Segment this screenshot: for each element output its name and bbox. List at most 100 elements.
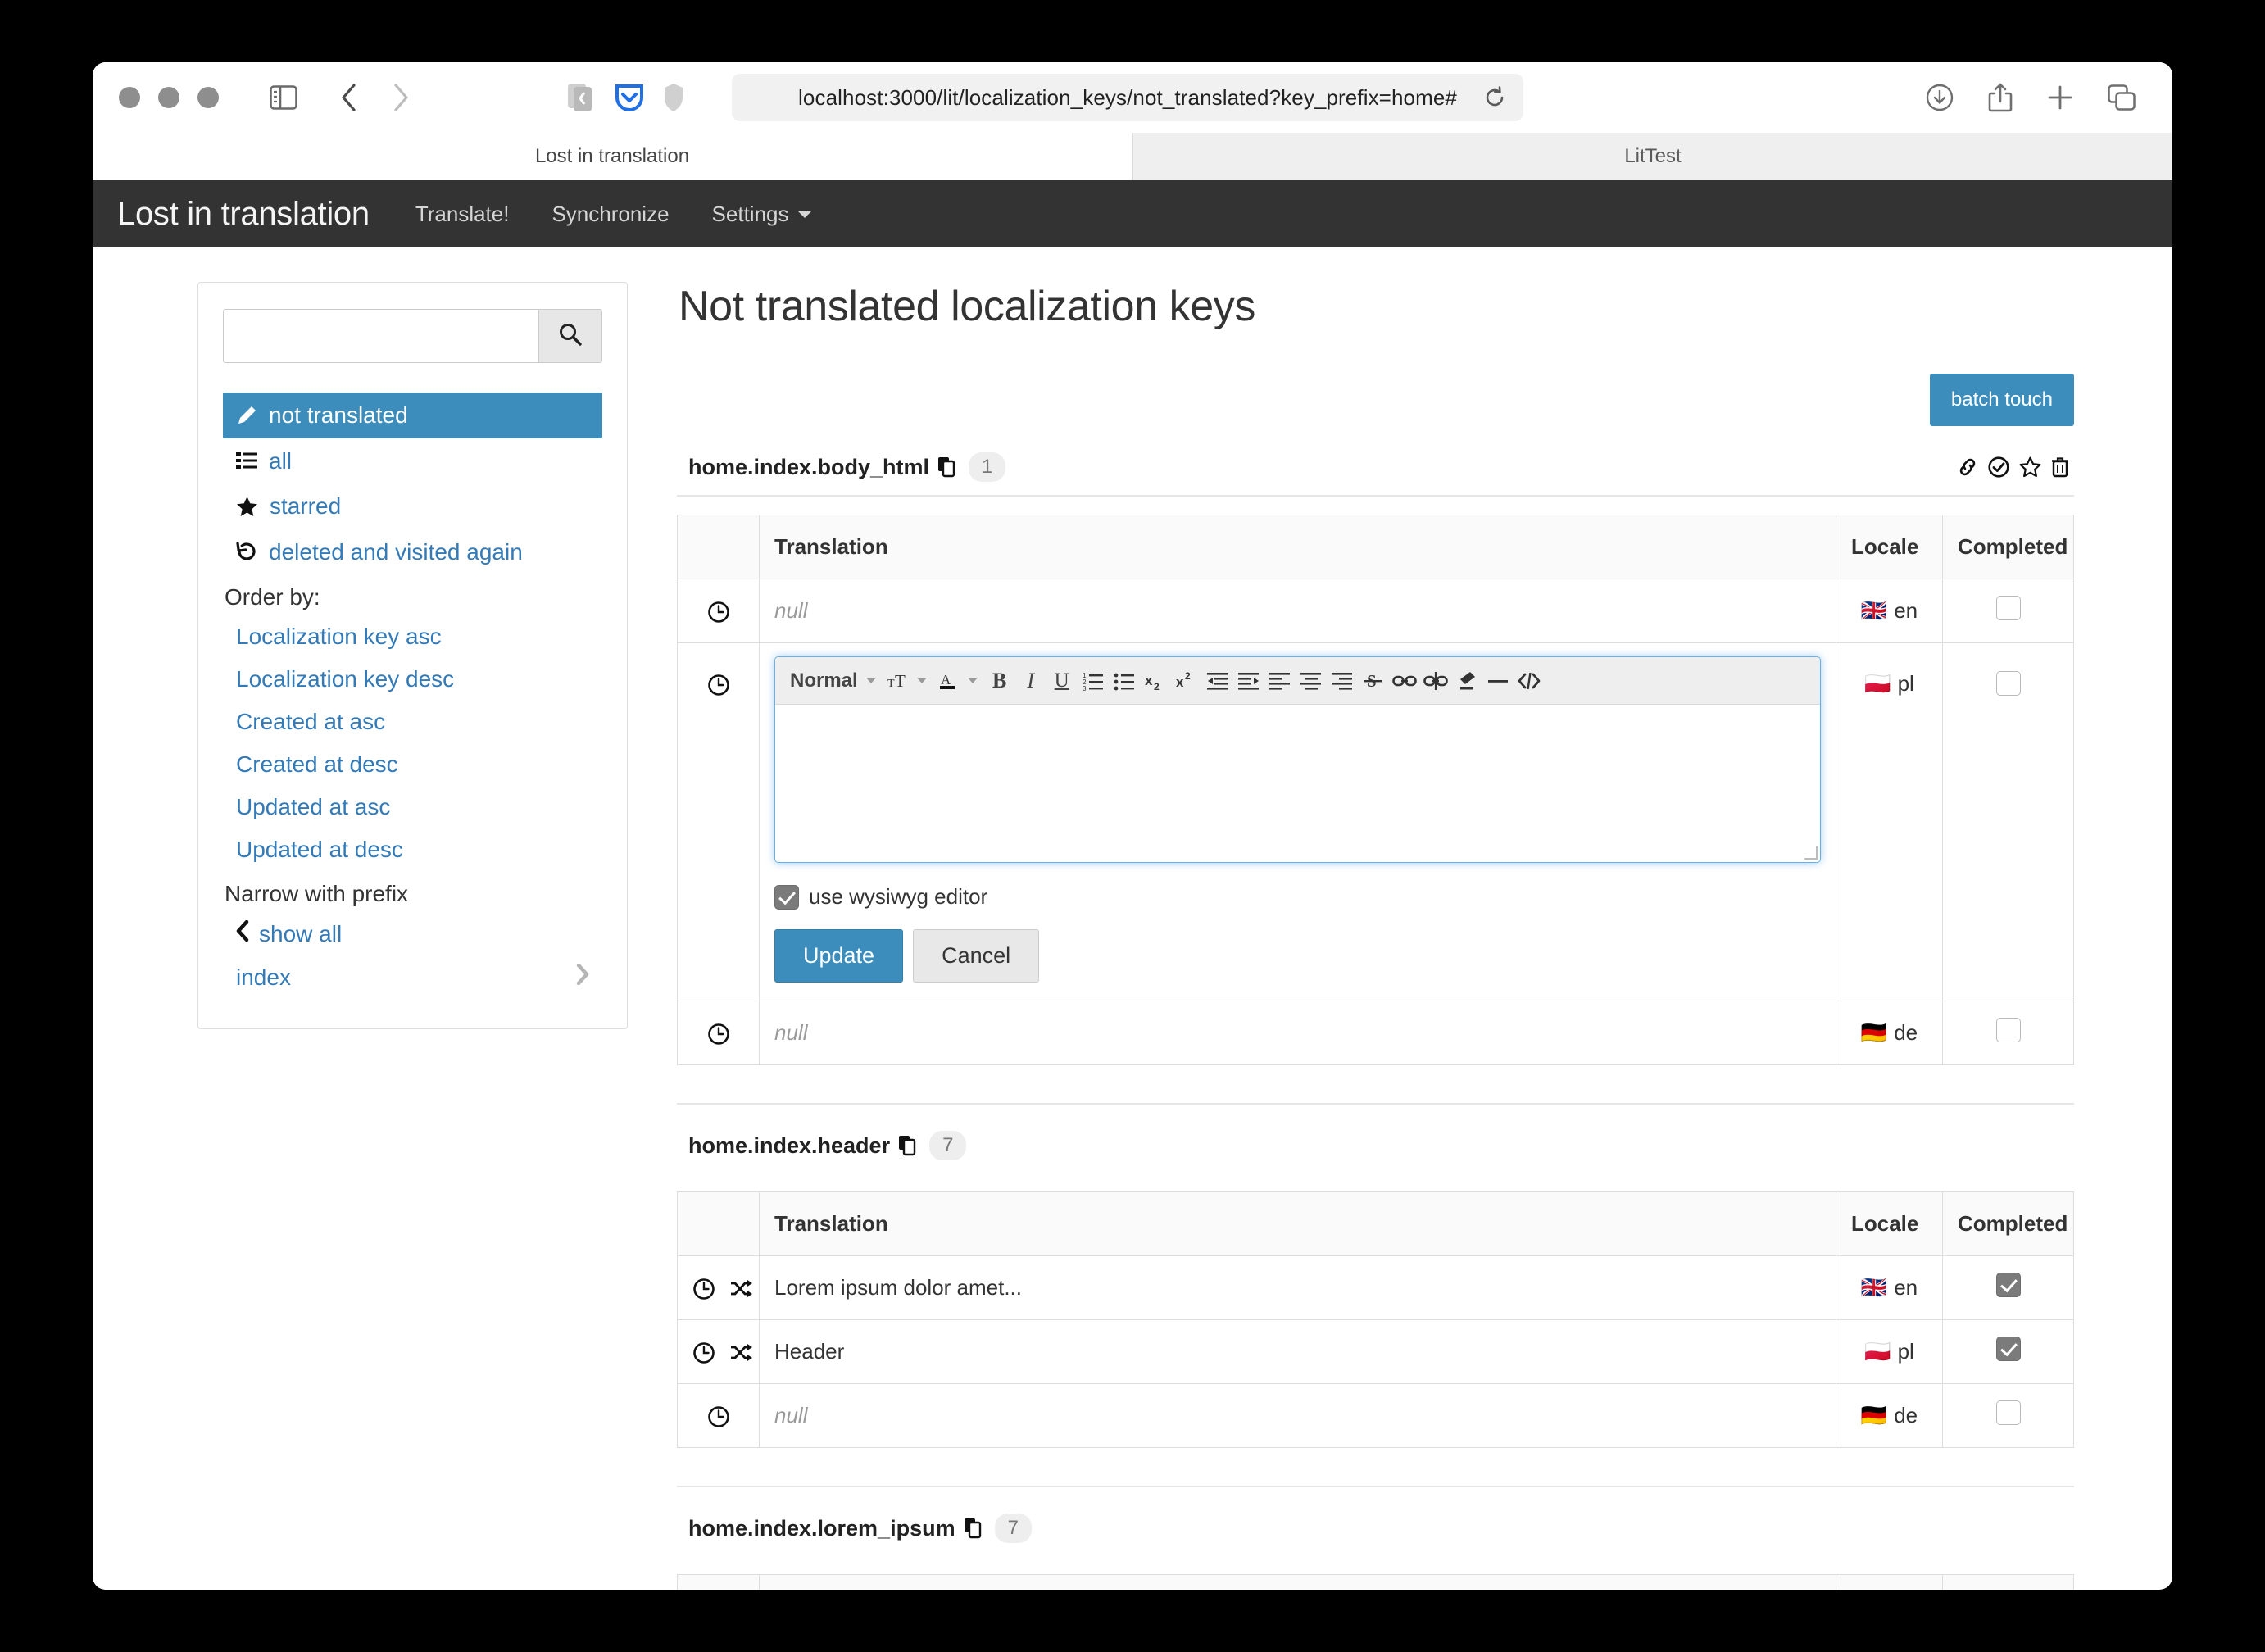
nav-item-synchronize[interactable]: Synchronize bbox=[551, 202, 669, 227]
window-traffic-lights[interactable] bbox=[119, 87, 219, 108]
browser-tab-0[interactable]: Lost in translation bbox=[93, 133, 1132, 180]
copy-icon[interactable] bbox=[964, 1518, 983, 1539]
align-center-icon[interactable] bbox=[1296, 664, 1327, 698]
sidebar-filter-deleted-visited[interactable]: deleted and visited again bbox=[223, 529, 602, 575]
row-translation[interactable]: null bbox=[760, 1384, 1836, 1448]
completed-checkbox[interactable] bbox=[1996, 1273, 2021, 1297]
download-icon[interactable] bbox=[1925, 83, 1954, 112]
minimize-window-button[interactable] bbox=[158, 87, 179, 108]
italic-icon[interactable]: I bbox=[1015, 664, 1046, 698]
font-size-icon[interactable]: TT bbox=[883, 664, 914, 698]
shuffle-icon[interactable] bbox=[729, 1342, 752, 1364]
nav-item-translate[interactable]: Translate! bbox=[415, 202, 510, 227]
sidebar-filter-starred[interactable]: starred bbox=[223, 483, 602, 529]
check-circle-icon[interactable] bbox=[1988, 456, 2009, 478]
batch-touch-button[interactable]: batch touch bbox=[1930, 374, 2074, 426]
editor-text-area[interactable] bbox=[775, 705, 1820, 862]
flag-icon: 🇬🇧 bbox=[1861, 1275, 1887, 1300]
maximize-window-button[interactable] bbox=[197, 87, 219, 108]
use-wysiwyg-checkbox[interactable] bbox=[774, 885, 799, 910]
trash-icon[interactable] bbox=[2051, 456, 2069, 478]
shuffle-icon[interactable] bbox=[729, 1278, 752, 1300]
back-arrow-icon[interactable] bbox=[338, 82, 360, 113]
link-icon[interactable] bbox=[1389, 664, 1420, 698]
order-link-updated-at-asc[interactable]: Updated at asc bbox=[223, 786, 602, 828]
order-link-localization-key-asc[interactable]: Localization key asc bbox=[223, 615, 602, 658]
update-button[interactable]: Update bbox=[774, 929, 903, 983]
browser-window: localhost:3000/lit/localization_keys/not… bbox=[93, 62, 2172, 1590]
forward-arrow-icon[interactable] bbox=[389, 82, 411, 113]
completed-checkbox[interactable] bbox=[1996, 1018, 2021, 1042]
completed-checkbox[interactable] bbox=[1996, 1400, 2021, 1425]
unlink-icon[interactable] bbox=[1420, 664, 1451, 698]
order-link-created-at-desc[interactable]: Created at desc bbox=[223, 743, 602, 786]
copy-icon[interactable] bbox=[898, 1135, 918, 1156]
nav-item-settings[interactable]: Settings bbox=[712, 202, 812, 227]
close-window-button[interactable] bbox=[119, 87, 140, 108]
star-outline-icon[interactable] bbox=[2019, 456, 2041, 478]
share-icon[interactable] bbox=[1987, 82, 2013, 113]
reader-extension-icon[interactable] bbox=[566, 81, 596, 114]
browser-tab-1[interactable]: LitTest bbox=[1132, 133, 2172, 180]
copy-icon[interactable] bbox=[937, 456, 957, 478]
bold-icon[interactable]: B bbox=[984, 664, 1015, 698]
browser-tab-label: Lost in translation bbox=[535, 145, 689, 168]
completed-checkbox[interactable] bbox=[1996, 596, 2021, 620]
pocket-extension-icon[interactable] bbox=[614, 81, 645, 114]
align-left-icon[interactable] bbox=[1264, 664, 1296, 698]
row-translation[interactable]: null bbox=[760, 579, 1836, 643]
underline-icon[interactable]: U bbox=[1046, 664, 1078, 698]
align-right-icon[interactable] bbox=[1327, 664, 1358, 698]
font-color-icon[interactable]: A bbox=[933, 664, 965, 698]
shield-extension-icon[interactable] bbox=[663, 81, 684, 114]
sidebar-filter-not-translated[interactable]: not translated bbox=[223, 393, 602, 438]
clock-icon[interactable] bbox=[707, 1023, 730, 1046]
subscript-icon[interactable]: x2 bbox=[1140, 664, 1171, 698]
prefix-item-index[interactable]: index bbox=[223, 955, 602, 999]
key-block: home.index.body_html 1 bbox=[677, 452, 2074, 1065]
flag-icon: 🇬🇧 bbox=[1861, 598, 1887, 623]
order-link-updated-at-desc[interactable]: Updated at desc bbox=[223, 828, 602, 871]
bullet-list-icon[interactable] bbox=[1109, 664, 1140, 698]
row-translation[interactable]: null bbox=[760, 1001, 1836, 1065]
section-divider bbox=[677, 1103, 2074, 1105]
horizontal-rule-icon[interactable] bbox=[1482, 664, 1514, 698]
superscript-icon[interactable]: x2 bbox=[1171, 664, 1202, 698]
code-icon[interactable] bbox=[1514, 664, 1545, 698]
order-link-localization-key-desc[interactable]: Localization key desc bbox=[223, 658, 602, 701]
chevron-down-icon[interactable] bbox=[968, 678, 978, 683]
format-dropdown-label[interactable]: Normal bbox=[785, 669, 863, 692]
chevron-down-icon[interactable] bbox=[866, 678, 876, 683]
row-translation[interactable]: Header bbox=[760, 1320, 1836, 1384]
tab-overview-icon[interactable] bbox=[2107, 84, 2136, 111]
address-bar[interactable]: localhost:3000/lit/localization_keys/not… bbox=[732, 74, 1523, 121]
clock-icon[interactable] bbox=[707, 674, 730, 697]
clock-icon[interactable] bbox=[692, 1278, 715, 1300]
search-input[interactable] bbox=[223, 309, 538, 363]
show-all-prefix-link[interactable]: show all bbox=[223, 912, 602, 955]
highlight-icon[interactable] bbox=[1451, 664, 1482, 698]
plus-icon[interactable] bbox=[2046, 84, 2074, 111]
strikethrough-icon[interactable]: S bbox=[1358, 664, 1389, 698]
main-content: Not translated localization keys batch t… bbox=[677, 282, 2172, 1590]
browser-tab-strip: Lost in translation LitTest bbox=[93, 133, 2172, 180]
outdent-icon[interactable] bbox=[1202, 664, 1233, 698]
link-icon[interactable] bbox=[1957, 457, 1978, 477]
order-link-created-at-asc[interactable]: Created at asc bbox=[223, 701, 602, 743]
clock-icon[interactable] bbox=[707, 601, 730, 624]
app-brand[interactable]: Lost in translation bbox=[117, 196, 370, 233]
ordered-list-icon[interactable]: 123 bbox=[1078, 664, 1109, 698]
search-button[interactable] bbox=[538, 309, 602, 363]
clock-icon[interactable] bbox=[692, 1341, 715, 1364]
completed-checkbox[interactable] bbox=[1996, 671, 2021, 696]
row-translation[interactable]: Lorem ipsum dolor amet... bbox=[760, 1256, 1836, 1320]
key-header-row: home.index.lorem_ipsum 7 bbox=[677, 1514, 2074, 1556]
indent-icon[interactable] bbox=[1233, 664, 1264, 698]
sidebar-filter-all[interactable]: all bbox=[223, 438, 602, 484]
clock-icon[interactable] bbox=[707, 1405, 730, 1428]
chevron-down-icon[interactable] bbox=[917, 678, 927, 683]
reload-icon[interactable] bbox=[1484, 86, 1505, 109]
cancel-button[interactable]: Cancel bbox=[913, 929, 1039, 983]
completed-checkbox[interactable] bbox=[1996, 1337, 2021, 1361]
sidebar-toggle-icon[interactable] bbox=[270, 85, 297, 110]
